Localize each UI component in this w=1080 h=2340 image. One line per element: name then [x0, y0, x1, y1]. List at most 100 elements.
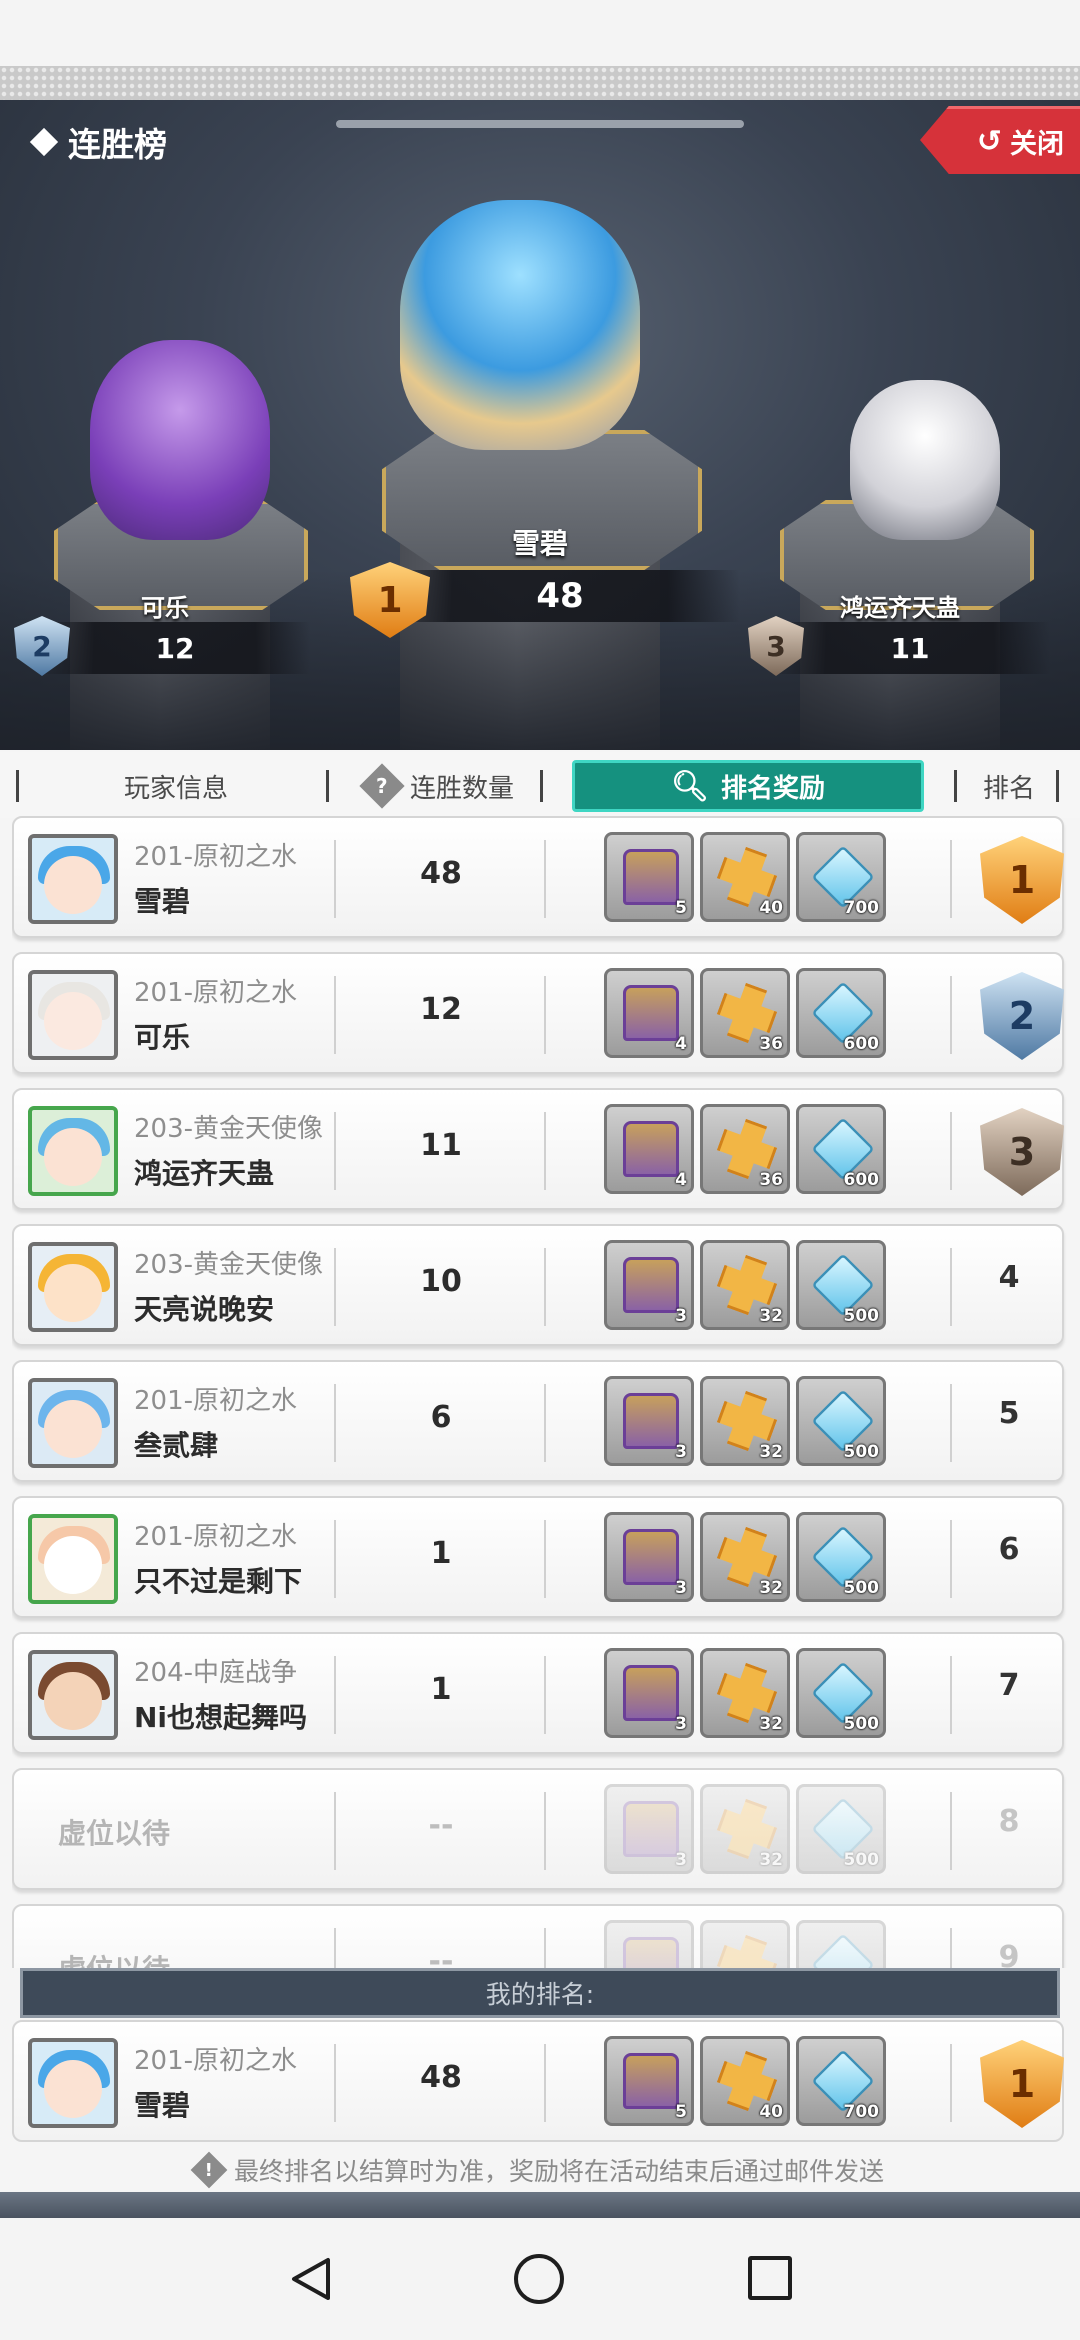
reward-item[interactable]: 32 — [700, 1512, 790, 1602]
streak-count: 1 — [430, 1672, 452, 1707]
treasure-chest-icon — [623, 1801, 679, 1857]
drag-handle[interactable] — [336, 120, 744, 128]
return-arrow-icon: ↺ — [976, 124, 1002, 159]
reward-item[interactable]: 600 — [796, 968, 886, 1058]
reward-item[interactable]: 40 — [700, 2036, 790, 2126]
reward-item[interactable]: 36 — [700, 1104, 790, 1194]
divider — [334, 1928, 336, 1968]
reward-item[interactable]: 32 — [700, 1376, 790, 1466]
treasure-chest-icon — [623, 1665, 679, 1721]
streak-count: 12 — [420, 992, 462, 1027]
reward-item[interactable]: 5 — [604, 2036, 694, 2126]
table-row[interactable]: 201-原初之水 可乐 12 4 36 600 2 — [12, 952, 1064, 1074]
avatar[interactable] — [28, 1650, 118, 1740]
reward-item[interactable]: 3 — [604, 1920, 694, 1968]
player-name: 天亮说晚安 — [134, 1293, 275, 1326]
reward-item[interactable]: 40 — [700, 832, 790, 922]
reward-item[interactable]: 32 — [700, 1920, 790, 1968]
reward-item[interactable]: 4 — [604, 968, 694, 1058]
podium-streak-second: 12 — [40, 622, 310, 674]
player-name: 只不过是剩下 — [134, 1565, 303, 1598]
my-rank-row[interactable]: 201-原初之水 雪碧 48 5 40 700 1 — [12, 2020, 1064, 2142]
character-first[interactable] — [400, 200, 640, 450]
table-row[interactable]: 203-黄金天使像 鸿运齐天蛊 11 4 36 600 3 — [12, 1088, 1064, 1210]
table-row[interactable]: 201-原初之水 只不过是剩下 1 3 32 500 6 — [12, 1496, 1064, 1618]
recents-icon[interactable] — [748, 2256, 792, 2300]
podium-streak-third: 11 — [770, 622, 1050, 674]
reward-item[interactable]: 36 — [700, 968, 790, 1058]
reward-item[interactable]: 5 — [604, 832, 694, 922]
reward-item[interactable]: 700 — [796, 2036, 886, 2126]
avatar[interactable] — [28, 1378, 118, 1468]
reward-item[interactable]: 500 — [796, 1240, 886, 1330]
reward-item[interactable]: 32 — [700, 1240, 790, 1330]
reward-items: 4 36 600 — [604, 968, 886, 1058]
divider — [544, 1520, 546, 1598]
back-icon[interactable] — [288, 2256, 334, 2302]
reward-item[interactable]: 3 — [604, 1512, 694, 1602]
reward-item[interactable]: 500 — [796, 1376, 886, 1466]
reward-item[interactable]: 3 — [604, 1376, 694, 1466]
table-row[interactable]: 虚位以待 -- 3 32 500 8 — [12, 1768, 1064, 1890]
table-row[interactable]: 201-原初之水 叁贰肆 6 3 32 500 5 — [12, 1360, 1064, 1482]
character-third[interactable] — [850, 380, 1000, 540]
reward-item[interactable]: 500 — [796, 1920, 886, 1968]
streak-count: 48 — [420, 2060, 462, 2095]
reward-items: 3 32 500 — [604, 1240, 886, 1330]
home-icon[interactable] — [514, 2254, 564, 2304]
avatar-face — [44, 992, 102, 1050]
search-icon: 🔍︎ — [670, 768, 710, 804]
divider — [950, 1792, 952, 1870]
player-name: Ni也想起舞吗 — [134, 1701, 308, 1734]
reward-count: 500 — [843, 1306, 880, 1326]
divider — [334, 1112, 336, 1190]
tab-streak-count[interactable]: ? 连胜数量 — [340, 760, 540, 812]
vacant-label: 虚位以待 — [58, 1817, 171, 1850]
reward-item[interactable]: 32 — [700, 1784, 790, 1874]
reward-item[interactable]: 500 — [796, 1784, 886, 1874]
table-row[interactable]: 203-黄金天使像 天亮说晚安 10 3 32 500 4 — [12, 1224, 1064, 1346]
reward-item[interactable]: 3 — [604, 1784, 694, 1874]
table-row[interactable]: 虚位以待 -- 332500 9 — [12, 1904, 1064, 1968]
avatar[interactable] — [28, 1242, 118, 1332]
rank-number: 6 — [998, 1532, 1020, 1567]
avatar[interactable] — [28, 2038, 118, 2128]
table-row[interactable]: 201-原初之水 雪碧 48 5 40 700 1 — [12, 816, 1064, 938]
rank-3-badge: 3 — [980, 1108, 1064, 1196]
ranking-list[interactable]: 201-原初之水 雪碧 48 5 40 700 1 201-原初之水 可乐 12 4 36 600 2 20… — [12, 816, 1068, 1968]
reward-item[interactable]: 500 — [796, 1648, 886, 1738]
avatar[interactable] — [28, 1514, 118, 1604]
reward-item[interactable]: 3 — [604, 1240, 694, 1330]
streak-count: 1 — [430, 1536, 452, 1571]
podium-banner: 连胜榜 ↺ 关闭 可乐 12 2 雪碧 48 1 鸿运齐天蛊 11 3 — [0, 100, 1080, 750]
reward-item[interactable]: 700 — [796, 832, 886, 922]
reward-count: 40 — [759, 2102, 783, 2122]
divider — [540, 770, 543, 802]
reward-item[interactable]: 3 — [604, 1648, 694, 1738]
reward-items: 5 40 700 — [604, 2036, 886, 2126]
reward-item[interactable]: 32 — [700, 1648, 790, 1738]
system-nav-bar — [0, 2218, 1080, 2340]
reward-item[interactable]: 4 — [604, 1104, 694, 1194]
avatar[interactable] — [28, 1106, 118, 1196]
reward-item[interactable]: 600 — [796, 1104, 886, 1194]
treasure-chest-icon — [623, 849, 679, 905]
character-second[interactable] — [90, 340, 270, 540]
table-row[interactable]: 204-中庭战争 Ni也想起舞吗 1 3 32 500 7 — [12, 1632, 1064, 1754]
avatar[interactable] — [28, 834, 118, 924]
reward-count: 600 — [843, 1170, 880, 1190]
reward-count: 3 — [675, 1306, 687, 1326]
podium-streak-first: 48 — [380, 570, 740, 622]
streak-count: 11 — [420, 1128, 462, 1163]
divider — [950, 1384, 952, 1462]
warning-icon: ! — [190, 2151, 228, 2189]
reward-item[interactable]: 500 — [796, 1512, 886, 1602]
divider — [334, 976, 336, 1054]
avatar[interactable] — [28, 970, 118, 1060]
tab-player-info[interactable]: 玩家信息 — [26, 760, 326, 812]
tab-rank[interactable]: 排名 — [966, 760, 1052, 812]
help-icon[interactable]: ? — [359, 763, 405, 809]
tab-rank-rewards[interactable]: 🔍︎ 排名奖励 — [572, 760, 924, 812]
reward-count: 3 — [675, 1714, 687, 1734]
close-button[interactable]: ↺ 关闭 — [920, 106, 1080, 174]
